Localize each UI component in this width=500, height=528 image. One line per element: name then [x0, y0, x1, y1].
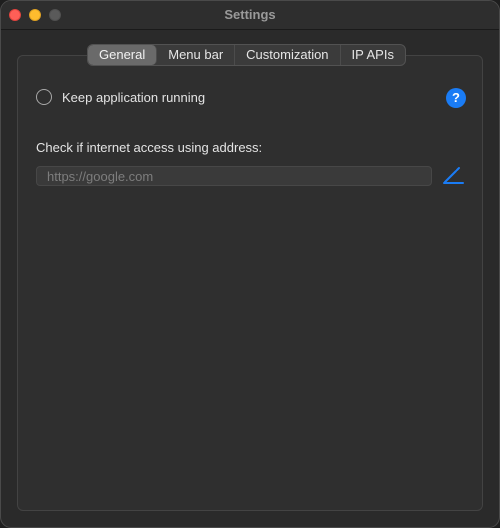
keep-running-option[interactable]: Keep application running [36, 89, 205, 105]
tab-content-panel [17, 55, 483, 511]
tab-general[interactable]: General [88, 45, 158, 65]
title-bar: Settings [1, 1, 499, 30]
help-button[interactable]: ? [446, 88, 466, 108]
keep-running-label: Keep application running [62, 89, 206, 105]
tab-customization[interactable]: Customization [235, 45, 341, 65]
edit-address-button[interactable] [441, 165, 467, 187]
pencil-edit-icon [443, 167, 464, 184]
address-label: Check if internet access using address: [36, 140, 263, 155]
address-input[interactable] [36, 166, 432, 186]
tab-menu-bar[interactable]: Menu bar [157, 45, 236, 65]
settings-window: Settings General Menu bar Customization … [0, 0, 500, 528]
tab-bar: General Menu bar Customization IP APIs [87, 44, 406, 66]
window-title: Settings [224, 7, 276, 22]
keep-running-radio[interactable] [36, 89, 52, 105]
tab-ip-apis[interactable]: IP APIs [341, 45, 405, 65]
